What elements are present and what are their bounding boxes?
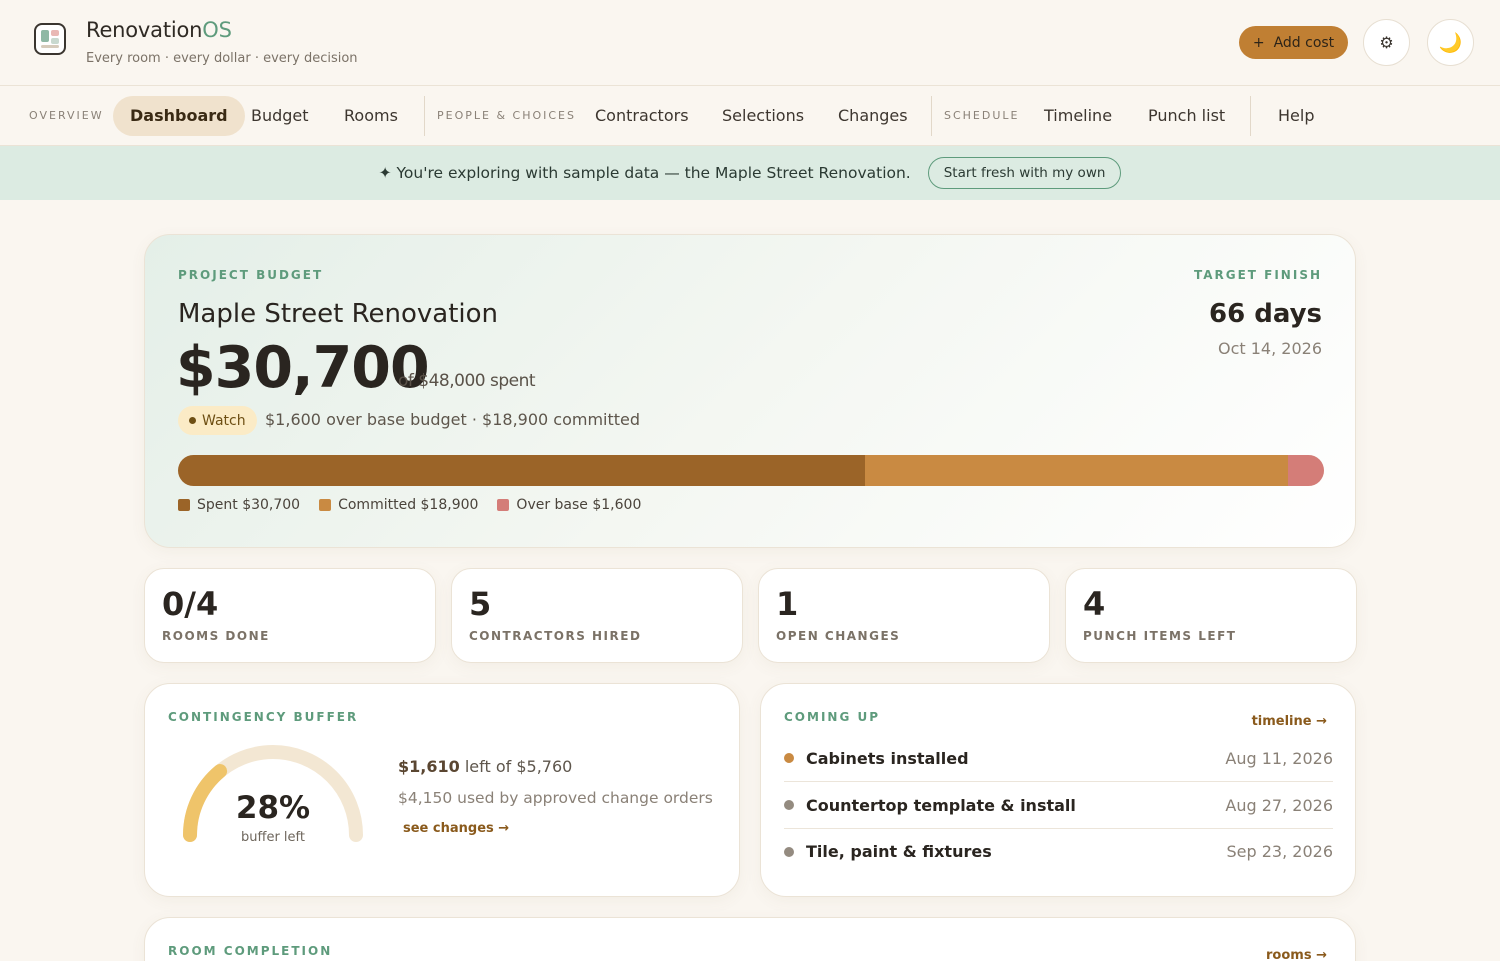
brand-os: OS bbox=[202, 18, 232, 42]
event-name: Countertop template & install bbox=[806, 795, 1076, 815]
stat-card-punch-items[interactable]: 4 PUNCH ITEMS LEFT bbox=[1065, 568, 1357, 663]
legend-swatch bbox=[319, 499, 332, 511]
nav-divider bbox=[931, 96, 932, 136]
status-badge: Watch bbox=[178, 406, 257, 435]
buffer-left-rest: left of $5,760 bbox=[464, 757, 573, 776]
banner-text: ✦ You're exploring with sample data — th… bbox=[378, 164, 911, 182]
event-dot-icon bbox=[784, 753, 794, 763]
budget-detail: $1,600 over base budget · $18,900 commit… bbox=[265, 410, 641, 429]
legend-item-committed: Committed $18,900 bbox=[319, 497, 478, 513]
event-name: Cabinets installed bbox=[806, 748, 969, 768]
bar-segment-committed bbox=[865, 455, 1289, 486]
event-name: Tile, paint & fixtures bbox=[806, 842, 992, 861]
budget-total: of $48,000 spent bbox=[398, 371, 536, 391]
legend-item-spent: Spent $30,700 bbox=[178, 497, 300, 513]
room-completion-card: ROOM COMPLETION rooms → bbox=[144, 917, 1356, 961]
brand-tagline: Every room · every dollar · every decisi… bbox=[86, 51, 358, 66]
budget-eyebrow: PROJECT BUDGET bbox=[178, 268, 324, 282]
tab-timeline[interactable]: Timeline bbox=[1027, 96, 1129, 136]
start-fresh-button[interactable]: Start fresh with my own bbox=[927, 157, 1122, 189]
target-date: Oct 14, 2026 bbox=[1218, 339, 1322, 358]
stat-value: 5 bbox=[469, 585, 492, 623]
plus-icon: + bbox=[1252, 34, 1265, 51]
event-date: Sep 23, 2026 bbox=[1226, 842, 1334, 861]
settings-button[interactable]: ⚙ bbox=[1363, 19, 1410, 66]
add-cost-label: Add cost bbox=[1273, 34, 1335, 51]
room-completion-eyebrow: ROOM COMPLETION bbox=[168, 944, 333, 958]
nav-section-people-choices: PEOPLE & CHOICES bbox=[437, 109, 576, 122]
legend-item-over-base: Over base $1,600 bbox=[497, 497, 641, 513]
status-badge-label: Watch bbox=[202, 412, 246, 429]
stat-value: 1 bbox=[776, 585, 799, 623]
target-days: 66 days bbox=[1208, 299, 1322, 329]
status-dot-icon bbox=[189, 417, 196, 424]
tab-dashboard[interactable]: Dashboard bbox=[113, 96, 245, 136]
stat-label: PUNCH ITEMS LEFT bbox=[1083, 629, 1237, 643]
add-cost-button[interactable]: + Add cost bbox=[1239, 26, 1348, 59]
app-header: RenovationOS Every room · every dollar ·… bbox=[0, 0, 1500, 86]
stat-value: 0/4 bbox=[162, 585, 219, 623]
brand-main: Renovation bbox=[86, 18, 203, 42]
budget-progress-bar bbox=[178, 455, 1324, 486]
buffer-used-line: $4,150 used by approved change orders bbox=[398, 789, 713, 807]
project-name: Maple Street Renovation bbox=[178, 299, 499, 329]
coming-up-card: COMING UP timeline → Cabinets installed … bbox=[760, 683, 1356, 897]
tab-contractors[interactable]: Contractors bbox=[578, 96, 706, 136]
stat-card-rooms-done[interactable]: 0/4 ROOMS DONE bbox=[144, 568, 436, 663]
see-changes-link[interactable]: see changes → bbox=[403, 821, 509, 836]
list-item[interactable]: Cabinets installed Aug 11, 2026 bbox=[784, 735, 1333, 782]
nav-divider bbox=[424, 96, 425, 136]
spent-amount: $30,700 bbox=[176, 335, 430, 401]
tab-punch-list[interactable]: Punch list bbox=[1131, 96, 1242, 136]
gear-icon: ⚙ bbox=[1379, 33, 1394, 52]
nav-section-overview: OVERVIEW bbox=[29, 109, 104, 122]
nav-section-schedule: SCHEDULE bbox=[944, 109, 1020, 122]
target-finish-eyebrow: TARGET FINISH bbox=[1193, 268, 1322, 282]
nav-divider bbox=[1250, 96, 1251, 136]
legend-label: Committed $18,900 bbox=[338, 497, 479, 513]
stat-label: CONTRACTORS HIRED bbox=[469, 629, 642, 643]
buffer-percent: 28% bbox=[235, 790, 311, 826]
event-dot-icon bbox=[784, 846, 794, 857]
contingency-buffer-card: CONTINGENCY BUFFER 28% buffer left $1,61… bbox=[144, 683, 740, 897]
legend-swatch bbox=[497, 499, 510, 511]
tab-rooms[interactable]: Rooms bbox=[327, 96, 415, 136]
list-item[interactable]: Tile, paint & fixtures Sep 23, 2026 bbox=[784, 828, 1333, 875]
event-date: Aug 11, 2026 bbox=[1225, 748, 1333, 768]
moon-icon: 🌙 bbox=[1438, 32, 1463, 54]
tab-selections[interactable]: Selections bbox=[705, 96, 821, 136]
coming-up-eyebrow: COMING UP bbox=[784, 710, 881, 724]
stat-card-open-changes[interactable]: 1 OPEN CHANGES bbox=[758, 568, 1050, 663]
main-nav: OVERVIEW Dashboard Budget Rooms PEOPLE &… bbox=[0, 86, 1500, 146]
bar-segment-over-base bbox=[1288, 455, 1324, 486]
brand-name: RenovationOS bbox=[86, 18, 232, 42]
project-budget-card: PROJECT BUDGET TARGET FINISH Maple Stree… bbox=[144, 234, 1356, 548]
stat-card-contractors-hired[interactable]: 5 CONTRACTORS HIRED bbox=[451, 568, 743, 663]
stat-label: ROOMS DONE bbox=[162, 629, 270, 643]
stat-label: OPEN CHANGES bbox=[776, 629, 901, 643]
budget-legend: Spent $30,700 Committed $18,900 Over bas… bbox=[178, 497, 641, 513]
contingency-eyebrow: CONTINGENCY BUFFER bbox=[168, 710, 359, 724]
event-date: Aug 27, 2026 bbox=[1225, 795, 1333, 815]
app-logo-icon bbox=[34, 23, 66, 55]
stat-value: 4 bbox=[1083, 585, 1106, 623]
tab-help[interactable]: Help bbox=[1261, 96, 1331, 136]
legend-swatch bbox=[178, 499, 190, 511]
list-item[interactable]: Countertop template & install Aug 27, 20… bbox=[784, 782, 1333, 829]
event-dot-icon bbox=[784, 800, 794, 810]
timeline-link[interactable]: timeline → bbox=[1252, 714, 1327, 729]
tab-changes[interactable]: Changes bbox=[821, 96, 925, 136]
rooms-link[interactable]: rooms → bbox=[1266, 948, 1327, 961]
sample-data-banner: ✦ You're exploring with sample data — th… bbox=[0, 146, 1500, 200]
legend-label: Spent $30,700 bbox=[197, 497, 301, 513]
tab-budget[interactable]: Budget bbox=[234, 96, 326, 136]
legend-label: Over base $1,600 bbox=[516, 497, 642, 513]
buffer-left-line: $1,610 left of $5,760 bbox=[398, 757, 572, 776]
bar-segment-spent bbox=[178, 455, 866, 486]
buffer-left-amount: $1,610 bbox=[398, 757, 460, 776]
buffer-sub-label: buffer left bbox=[241, 830, 305, 845]
theme-toggle-button[interactable]: 🌙 bbox=[1427, 19, 1474, 66]
